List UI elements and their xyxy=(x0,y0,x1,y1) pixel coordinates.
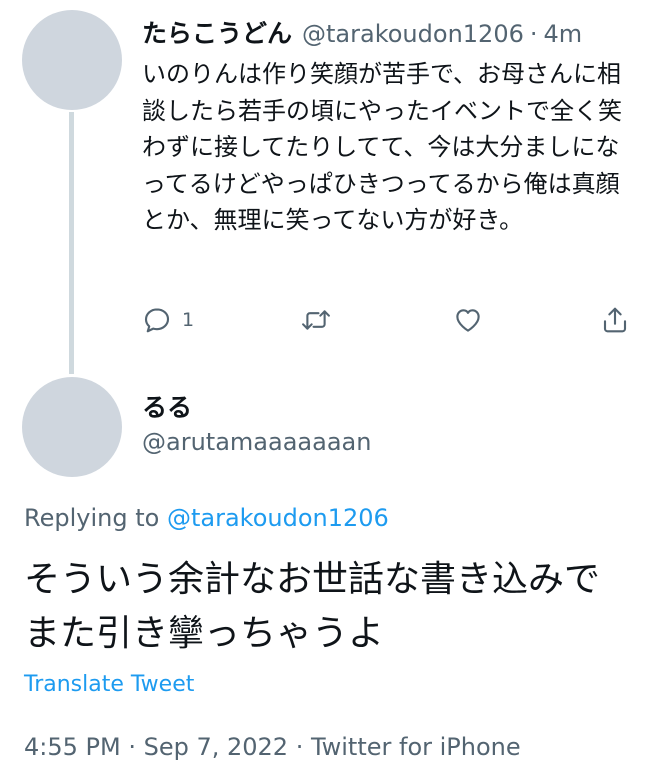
reply-button[interactable]: 1 xyxy=(142,300,194,340)
user-handle[interactable]: @tarakoudon1206 xyxy=(302,20,524,48)
user-handle[interactable]: @arutamaaaaaaan xyxy=(142,428,371,456)
reply-count: 1 xyxy=(182,309,195,331)
tweet-timestamp[interactable]: 4m xyxy=(544,20,583,48)
avatar[interactable] xyxy=(22,10,122,110)
tweet-text: いのりんは作り笑顔が苦手で、お母さんに相談したら若手の頃にやったイベントで全く笑… xyxy=(142,60,622,234)
separator-dot: · xyxy=(529,20,538,48)
like-button[interactable] xyxy=(452,300,484,340)
parent-tweet[interactable]: たらこうどん @tarakoudon1206 · 4m いのりんは作り笑顔が苦手… xyxy=(0,0,653,374)
share-icon xyxy=(600,305,630,335)
tweet-header: たらこうどん @tarakoudon1206 · 4m xyxy=(142,14,582,48)
retweet-button[interactable] xyxy=(300,300,332,340)
tweet-action-bar: 1 xyxy=(0,300,653,340)
display-name[interactable]: るる xyxy=(142,388,192,424)
translate-tweet-link[interactable]: Translate Tweet xyxy=(24,672,194,697)
replying-to-handle-link[interactable]: @tarakoudon1206 xyxy=(167,504,389,532)
tweet-meta[interactable]: 4:55 PM · Sep 7, 2022 · Twitter for iPho… xyxy=(24,733,521,761)
display-name[interactable]: たらこうどん xyxy=(142,14,292,50)
retweet-icon xyxy=(300,305,332,335)
replying-to-label: Replying to xyxy=(24,504,160,532)
tweet-text: そういう余計なお世話な書き込みでまた引き攣っちゃうよ xyxy=(24,559,601,654)
reply-icon xyxy=(142,305,172,335)
share-button[interactable] xyxy=(600,300,630,340)
like-icon xyxy=(452,305,484,335)
avatar[interactable] xyxy=(22,377,122,477)
replying-to-line: Replying to @tarakoudon1206 xyxy=(24,504,389,532)
